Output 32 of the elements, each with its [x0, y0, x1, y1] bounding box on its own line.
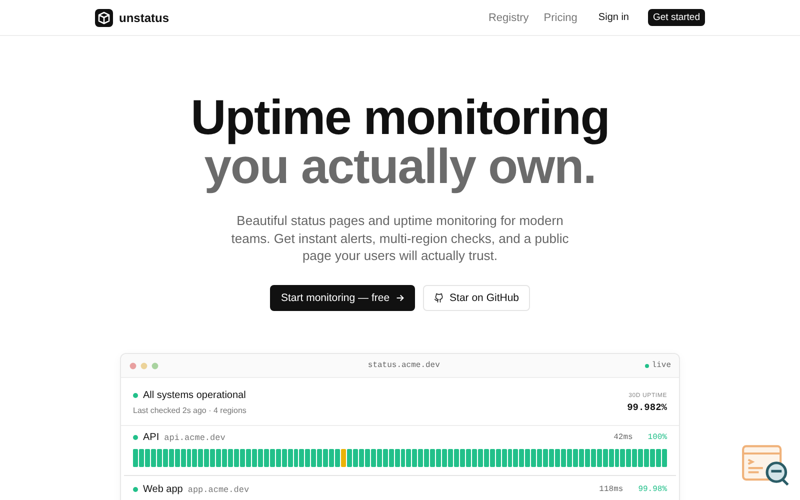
service-host: app.acme.dev	[188, 484, 250, 494]
service-name: API	[143, 432, 160, 443]
button-label: Star on GitHub	[450, 292, 519, 304]
summary-title: All systems operational	[143, 390, 246, 401]
latency-text: 118ms	[599, 485, 624, 494]
status-dot	[133, 393, 138, 398]
uptime-percent: 100%	[648, 433, 667, 442]
arrow-right-icon	[396, 294, 404, 302]
uptime-percent: 99.98%	[638, 485, 667, 494]
brand-name[interactable]: unstatus	[119, 10, 170, 24]
service-host: api.acme.dev	[164, 432, 226, 442]
hero-subtitle: Beautiful status pages and uptime monitoring for modern teams. Get instant alerts, multi-region checks, and a public page your users will actually trust.	[230, 212, 570, 264]
browser-search-icon	[741, 444, 791, 488]
get-started-button[interactable]: Get started	[648, 9, 705, 26]
hero-title: Uptime monitoring	[190, 94, 610, 143]
live-label: live	[652, 361, 671, 370]
cube-logo-icon	[95, 8, 113, 26]
service-name: Web app	[143, 484, 183, 495]
github-icon	[434, 292, 444, 302]
nav-link[interactable]: Registry	[488, 12, 529, 24]
status-dot	[644, 364, 649, 368]
uptime-value: 99.982%	[627, 402, 667, 412]
hero-title: you actually own.	[204, 143, 596, 192]
status-dot	[133, 487, 138, 492]
nav-link[interactable]: Pricing	[544, 12, 578, 24]
latency-text: 42ms	[614, 433, 633, 442]
status-dot	[133, 435, 138, 440]
start-monitoring-button[interactable]: Start monitoring — free	[270, 284, 415, 310]
sign-in-link[interactable]: Sign in	[598, 12, 629, 23]
url-text: status.acme.dev	[368, 361, 440, 370]
summary-subtitle: Last checked 2s ago · 4 regions	[133, 406, 246, 415]
github-star-button[interactable]: Star on GitHub	[422, 284, 530, 310]
